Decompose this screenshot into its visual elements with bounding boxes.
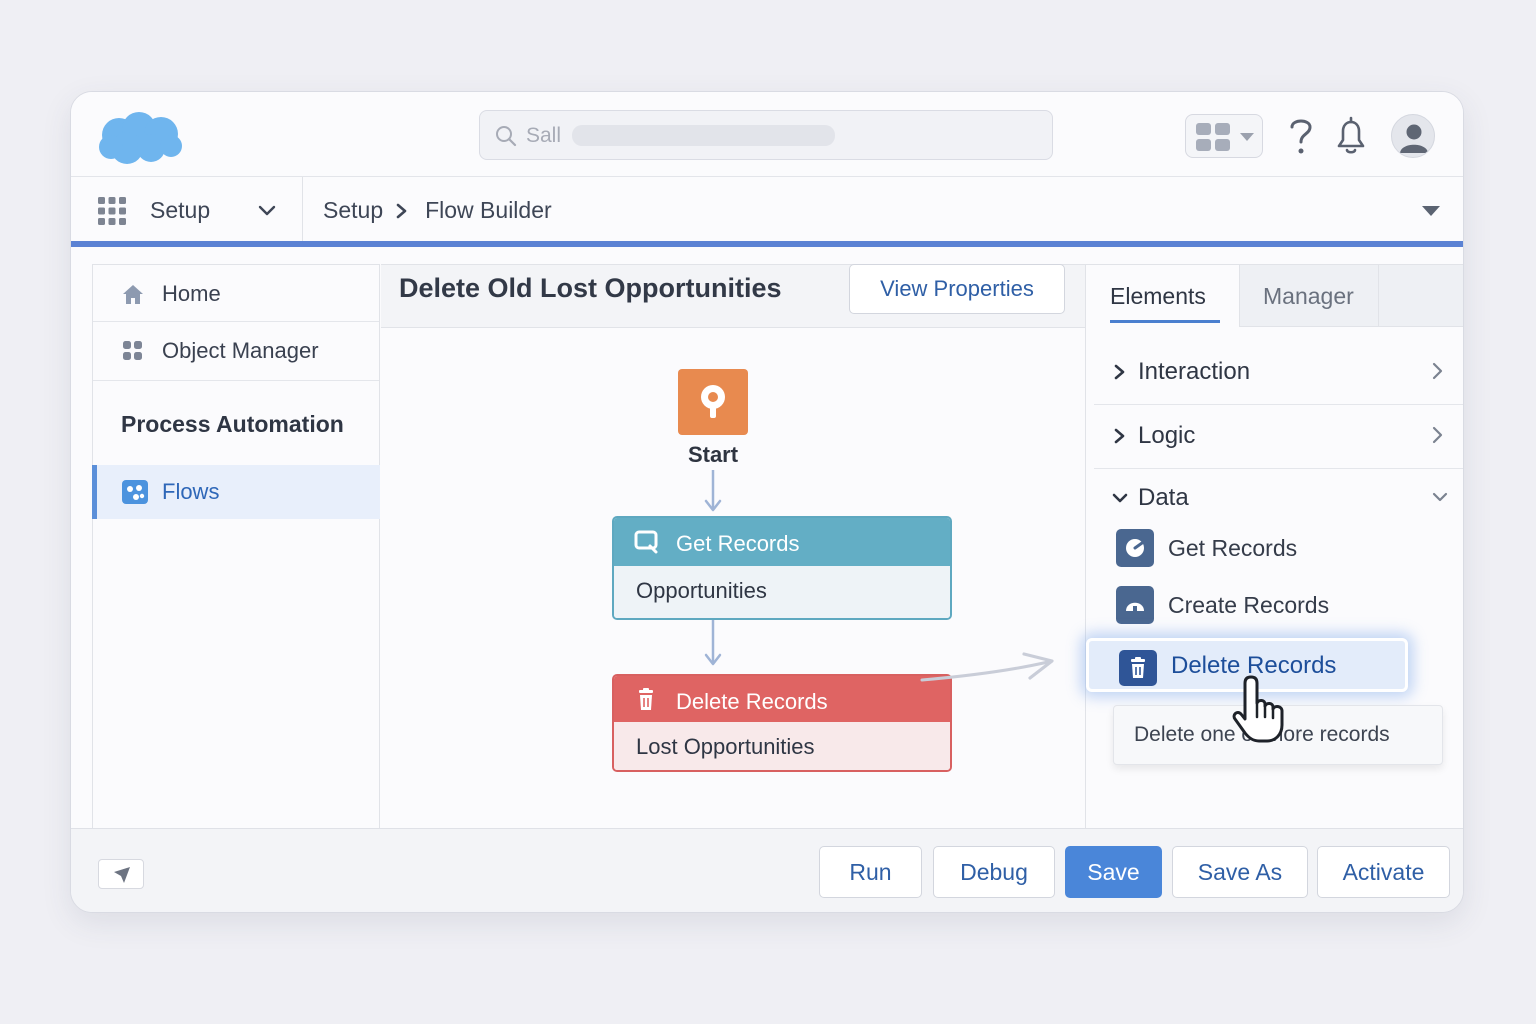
view-properties-button[interactable]: View Properties (849, 264, 1065, 314)
flow-title: Delete Old Lost Opportunities (399, 273, 782, 303)
flow-canvas[interactable]: Start Get Records Opportunities Delete R… (381, 328, 1085, 828)
breadcrumb: Setup Flow Builder (323, 197, 552, 224)
trash-icon (639, 688, 653, 710)
category-interaction[interactable]: Interaction (1094, 341, 1463, 405)
category-logic[interactable]: Logic (1094, 405, 1463, 469)
category-label: Data (1138, 484, 1189, 511)
save-as-button[interactable]: Save As (1172, 846, 1308, 898)
hand-pointer-cursor-icon (1232, 675, 1284, 743)
trash-icon (1119, 650, 1157, 686)
toolbox-toggle-button[interactable] (98, 859, 144, 889)
caret-down-icon[interactable] (1421, 205, 1441, 217)
app-grid-icon (1196, 123, 1230, 151)
search-icon (496, 126, 517, 147)
breadcrumb-flow-builder: Flow Builder (425, 197, 552, 223)
user-avatar[interactable] (1391, 114, 1435, 158)
sidebar-section-title: Process Automation (121, 411, 344, 437)
breadcrumb-setup[interactable]: Setup (323, 197, 383, 224)
category-data[interactable]: Data (1094, 467, 1463, 531)
help-icon[interactable] (1281, 114, 1321, 158)
activate-button[interactable]: Activate (1317, 846, 1450, 898)
chevron-right-icon (1114, 364, 1125, 380)
app-grid-button[interactable] (1185, 114, 1263, 158)
active-tab-underline (1110, 320, 1220, 323)
run-button[interactable]: Run (819, 846, 922, 898)
bell-icon[interactable] (1331, 114, 1371, 158)
divider (302, 177, 303, 243)
builder-footer: Run Debug Save Save As Activate (71, 828, 1463, 912)
save-button[interactable]: Save (1065, 846, 1162, 898)
sidebar-item-label: Object Manager (162, 338, 319, 363)
node-header: Delete Records (614, 676, 950, 722)
home-icon (123, 285, 143, 304)
setup-sidebar: Home Object Manager Process Automation F… (92, 264, 380, 828)
start-pin-icon (701, 385, 725, 418)
node-object-label: Lost Opportunities (636, 734, 815, 759)
delete-records-node[interactable]: Delete Records Lost Opportunities (612, 674, 952, 772)
app-window: Sall Setup Setup Flow Builder Home Objec… (70, 91, 1464, 913)
chevron-down-icon (1432, 492, 1448, 502)
get-records-node[interactable]: Get Records Opportunities (612, 516, 952, 620)
sidebar-item-object-manager[interactable]: Object Manager (93, 322, 379, 381)
canvas-header: Delete Old Lost Opportunities View Prope… (381, 264, 1085, 328)
tab-label: Manager (1263, 283, 1354, 309)
get-records-icon (1116, 529, 1154, 567)
tab-elements[interactable]: Elements (1086, 265, 1238, 327)
send-icon (114, 867, 130, 883)
brand-accent-bar (71, 241, 1463, 247)
chevron-down-icon (1112, 493, 1128, 503)
app-navigation-bar: Setup Setup Flow Builder (71, 176, 1463, 243)
search-placeholder-bar (572, 125, 835, 146)
sidebar-item-flows[interactable]: Flows (92, 465, 380, 519)
user-avatar-icon (1400, 124, 1428, 153)
connector-arrow (704, 470, 722, 512)
chevron-right-icon (396, 203, 407, 218)
sidebar-item-home[interactable]: Home (93, 265, 379, 322)
app-launcher-icon[interactable] (97, 196, 127, 226)
sidebar-item-label: Home (162, 281, 221, 306)
cloud-logo-icon[interactable] (97, 110, 185, 166)
node-object-label: Opportunities (636, 578, 767, 603)
node-type-label: Get Records (676, 531, 800, 556)
tab-label: Elements (1110, 283, 1206, 309)
category-label: Logic (1138, 422, 1196, 449)
sidebar-item-label: Flows (162, 479, 220, 504)
global-header: Sall (71, 92, 1463, 176)
node-header: Get Records (614, 518, 950, 566)
element-label: Create Records (1168, 592, 1330, 618)
chevron-down-icon[interactable] (255, 199, 279, 223)
debug-button[interactable]: Debug (933, 846, 1055, 898)
grid-icon (123, 341, 142, 360)
start-label: Start (687, 442, 739, 467)
chevron-right-icon (1432, 426, 1443, 444)
chevron-down-icon (1240, 133, 1254, 141)
global-search[interactable]: Sall (479, 110, 1053, 160)
chevron-right-icon (1114, 428, 1125, 444)
node-body: Lost Opportunities (614, 722, 950, 770)
create-records-icon (1116, 586, 1154, 624)
start-node[interactable] (678, 369, 748, 435)
app-name[interactable]: Setup (150, 197, 210, 224)
connector-arrow (704, 620, 722, 666)
hint-arrow (920, 652, 1054, 682)
flows-icon (122, 480, 148, 504)
node-body: Opportunities (614, 566, 950, 618)
get-records-icon (634, 530, 658, 554)
search-input[interactable]: Sall (526, 124, 561, 148)
tab-strip-fill (1379, 265, 1463, 327)
element-label: Get Records (1168, 535, 1298, 561)
tab-manager[interactable]: Manager (1239, 265, 1379, 327)
node-type-label: Delete Records (676, 689, 828, 714)
chevron-right-icon (1432, 362, 1443, 380)
category-label: Interaction (1138, 358, 1251, 385)
